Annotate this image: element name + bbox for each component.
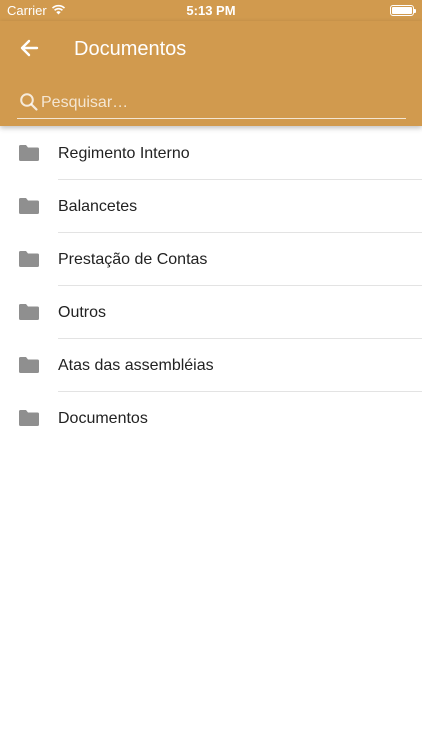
list-item-label: Balancetes	[58, 198, 138, 215]
folder-icon	[18, 409, 40, 427]
list-item[interactable]: Outros	[0, 286, 422, 339]
status-bar: Carrier 5:13 PM	[0, 0, 422, 21]
list-item[interactable]: Atas das assembléias	[0, 339, 422, 392]
folder-icon	[18, 250, 40, 268]
status-time: 5:13 PM	[186, 3, 236, 18]
folder-icon	[18, 197, 40, 215]
folder-icon	[18, 303, 40, 321]
battery-icon	[390, 5, 416, 16]
list-item-label: Prestação de Contas	[58, 251, 208, 268]
list-item[interactable]: Documentos	[0, 392, 422, 445]
search-bar	[17, 89, 406, 119]
back-button[interactable]	[14, 35, 44, 65]
list-item-label: Documentos	[58, 410, 148, 427]
arrow-left-icon	[19, 38, 39, 63]
folder-icon	[18, 356, 40, 374]
list-item-label: Outros	[58, 304, 107, 321]
list-item-label: Atas das assembléias	[58, 357, 214, 374]
list-item[interactable]: Balancetes	[0, 180, 422, 233]
list-item[interactable]: Regimento Interno	[0, 127, 422, 180]
page-title: Documentos	[74, 38, 187, 60]
search-icon	[19, 92, 39, 112]
search-input[interactable]	[41, 91, 401, 115]
app-header: Documentos	[0, 21, 422, 126]
list-item[interactable]: Prestação de Contas	[0, 233, 422, 286]
document-list: Regimento Interno Balancetes Prestação d…	[0, 127, 422, 445]
list-item-label: Regimento Interno	[58, 145, 190, 162]
folder-icon	[18, 144, 40, 162]
